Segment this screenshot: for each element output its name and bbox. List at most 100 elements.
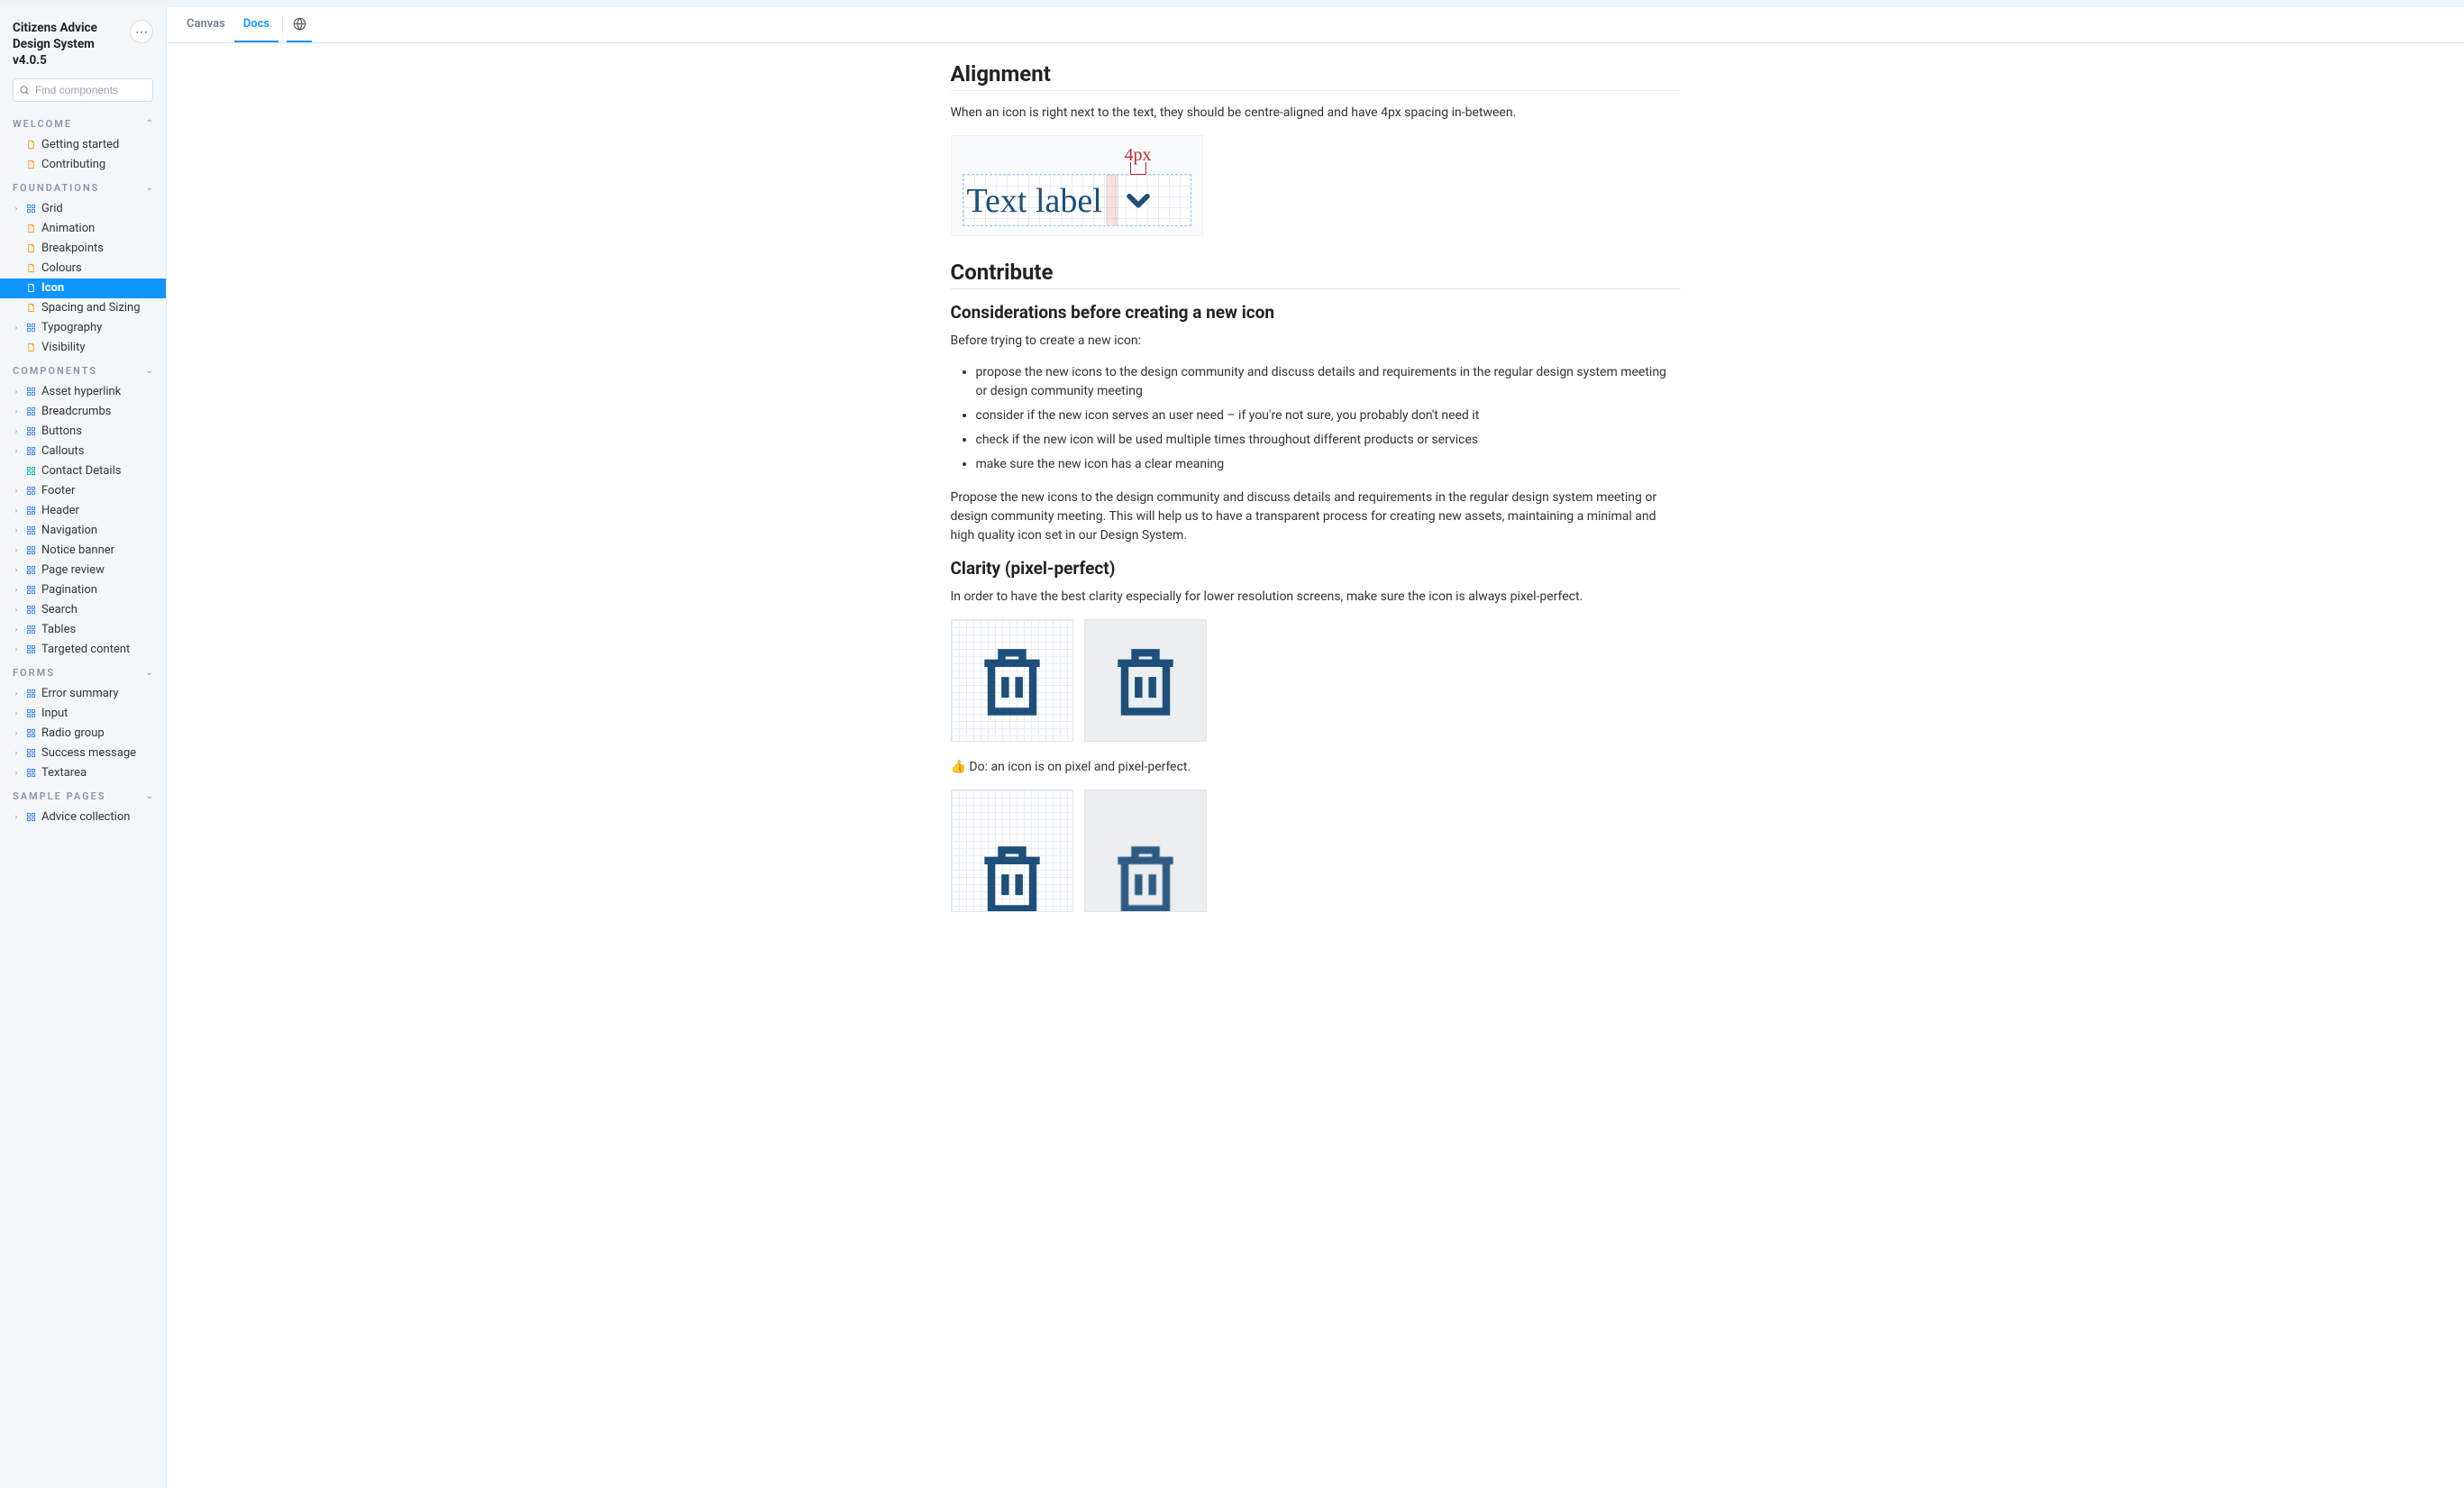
trash-icon — [1104, 639, 1187, 722]
sidebar-item-contributing[interactable]: Contributing — [0, 155, 166, 175]
sidebar-item-asset-hyperlink[interactable]: ›Asset hyperlink — [0, 382, 166, 402]
chevron-down-icon: ⌄ — [146, 791, 153, 801]
component-icon — [25, 525, 36, 536]
nav-group-title: WELCOME — [13, 118, 72, 130]
component-icon — [25, 768, 36, 779]
caret-icon: › — [13, 625, 20, 634]
sidebar-item-contact-details[interactable]: Contact Details — [0, 461, 166, 481]
sidebar-item-radio-group[interactable]: ›Radio group — [0, 724, 166, 744]
sidebar-item-error-summary[interactable]: ›Error summary — [0, 684, 166, 704]
component-icon — [25, 204, 36, 215]
sidebar-item-label: Icon — [41, 281, 160, 295]
caret-icon: › — [13, 566, 20, 575]
clarity-good-grid-tile — [951, 619, 1073, 742]
component-icon — [25, 748, 36, 759]
globe-button[interactable] — [287, 7, 312, 42]
nav-group-title: COMPONENTS — [13, 365, 97, 377]
sidebar-item-footer[interactable]: ›Footer — [0, 481, 166, 501]
sidebar-item-label: Advice collection — [41, 810, 160, 824]
sidebar-item-search[interactable]: ›Search — [0, 600, 166, 620]
more-button[interactable]: ⋯ — [130, 20, 153, 43]
component-icon — [25, 689, 36, 699]
sidebar-item-advice-collection[interactable]: ›Advice collection — [0, 808, 166, 827]
alignment-chevron-container — [1118, 175, 1158, 225]
component-icon — [25, 812, 36, 823]
sidebar-item-page-review[interactable]: ›Page review — [0, 561, 166, 580]
sidebar-item-label: Visibility — [41, 341, 160, 354]
trash-icon — [971, 639, 1054, 722]
sidebar-item-animation[interactable]: Animation — [0, 219, 166, 239]
chevron-down-icon: ⌄ — [146, 366, 153, 376]
sidebar-item-colours[interactable]: Colours — [0, 259, 166, 278]
sidebar-item-textarea[interactable]: ›Textarea — [0, 763, 166, 783]
sidebar-item-getting-started[interactable]: Getting started — [0, 135, 166, 155]
component-icon — [25, 387, 36, 397]
considerations-intro: Before trying to create a new icon: — [951, 332, 1681, 351]
component-icon — [25, 545, 36, 556]
nav-group-title: SAMPLE PAGES — [13, 790, 106, 802]
sidebar-item-label: Animation — [41, 222, 160, 235]
sidebar-item-label: Colours — [41, 261, 160, 275]
document-icon — [25, 243, 36, 254]
sidebar-item-breadcrumbs[interactable]: ›Breadcrumbs — [0, 402, 166, 422]
clarity-do-caption: 👍 Do: an icon is on pixel and pixel-perf… — [951, 758, 1681, 777]
doc-scroll[interactable]: Alignment When an icon is right next to … — [167, 43, 2464, 1488]
sidebar-item-label: Navigation — [41, 524, 160, 537]
nav-group-title: FORMS — [13, 667, 55, 679]
sidebar-item-typography[interactable]: ›Typography — [0, 318, 166, 338]
sidebar: Citizens Advice Design System v4.0.5 ⋯ /… — [0, 7, 167, 1488]
sidebar-item-label: Notice banner — [41, 543, 160, 557]
sidebar-item-label: Error summary — [41, 687, 160, 700]
sidebar-item-header[interactable]: ›Header — [0, 501, 166, 521]
sidebar-item-label: Contact Details — [41, 464, 160, 478]
sidebar-nav: WELCOME⌃Getting startedContributingFOUND… — [0, 111, 166, 827]
document-icon — [25, 224, 36, 234]
tab-canvas[interactable]: Canvas — [178, 7, 234, 42]
trash-icon — [971, 836, 1054, 912]
sidebar-item-navigation[interactable]: ›Navigation — [0, 521, 166, 541]
sidebar-item-icon[interactable]: Icon — [0, 278, 166, 298]
caret-icon: › — [13, 546, 20, 555]
sidebar-item-label: Targeted content — [41, 643, 160, 656]
sidebar-item-grid[interactable]: ›Grid — [0, 199, 166, 219]
sidebar-item-label: Search — [41, 603, 160, 616]
sidebar-item-pagination[interactable]: ›Pagination — [0, 580, 166, 600]
caret-icon: › — [13, 645, 20, 654]
nav-group-header-foundations[interactable]: FOUNDATIONS⌄ — [0, 175, 166, 199]
search-input[interactable] — [35, 84, 167, 96]
clarity-example-good-row — [951, 619, 1681, 742]
caret-icon: › — [13, 749, 20, 758]
nav-group-header-sample[interactable]: SAMPLE PAGES ⌄ — [0, 783, 166, 808]
document-icon — [25, 342, 36, 353]
nav-group-header-forms[interactable]: FORMS⌄ — [0, 660, 166, 684]
caret-icon: › — [13, 447, 20, 456]
tab-divider — [282, 17, 283, 33]
nav-group-header-welcome[interactable]: WELCOME⌃ — [0, 111, 166, 135]
clarity-paragraph: In order to have the best clarity especi… — [951, 588, 1681, 607]
component-icon — [25, 605, 36, 616]
component-icon — [25, 466, 36, 477]
sidebar-item-breakpoints[interactable]: Breakpoints — [0, 239, 166, 259]
sidebar-item-notice-banner[interactable]: › Notice banner — [0, 541, 166, 561]
sidebar-item-label: Footer — [41, 484, 160, 498]
sidebar-item-tables[interactable]: ›Tables — [0, 620, 166, 640]
sidebar-item-label: Breakpoints — [41, 242, 160, 255]
sidebar-item-spacing-and-sizing[interactable]: Spacing and Sizing — [0, 298, 166, 318]
clarity-good-solid-tile — [1084, 619, 1207, 742]
search-box[interactable]: / — [13, 78, 153, 102]
considerations-outro: Propose the new icons to the design comm… — [951, 488, 1681, 545]
component-icon — [25, 644, 36, 655]
sidebar-item-targeted-content[interactable]: › Targeted content — [0, 640, 166, 660]
component-icon — [25, 585, 36, 596]
document-icon — [25, 263, 36, 274]
sidebar-item-buttons[interactable]: ›Buttons — [0, 422, 166, 442]
sidebar-item-input[interactable]: ›Input — [0, 704, 166, 724]
sidebar-item-success-message[interactable]: ›Success message — [0, 744, 166, 763]
nav-group-header-components[interactable]: COMPONENTS ⌄ — [0, 358, 166, 382]
tab-docs[interactable]: Docs — [234, 7, 278, 42]
sidebar-item-label: Typography — [41, 321, 160, 334]
sidebar-item-visibility[interactable]: Visibility — [0, 338, 166, 358]
trash-icon — [1104, 836, 1187, 912]
sidebar-item-callouts[interactable]: ›Callouts — [0, 442, 166, 461]
considerations-list: propose the new icons to the design comm… — [976, 363, 1681, 474]
